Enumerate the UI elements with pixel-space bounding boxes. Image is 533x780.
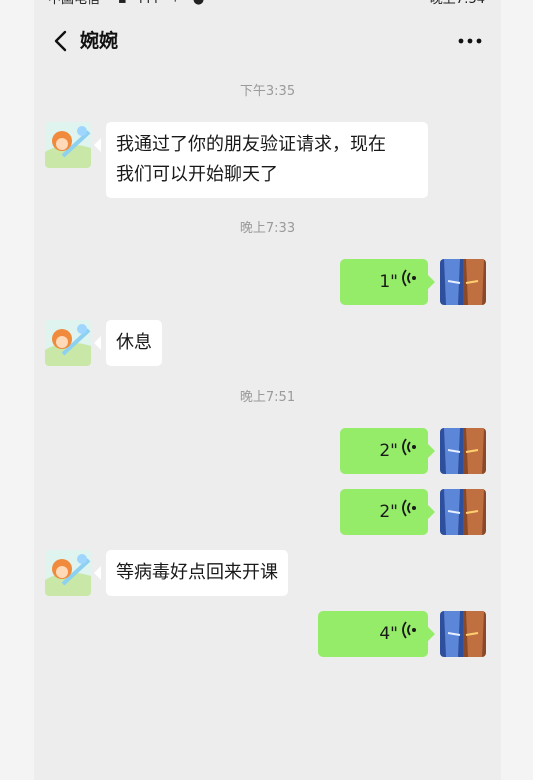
voice-wave-icon xyxy=(402,619,416,649)
message-timestamp: 晚上7:33 xyxy=(239,221,296,236)
message-text: 等病毒好点回来开课 xyxy=(116,562,278,583)
message-text: 休息 xyxy=(116,332,152,353)
incoming-message-bubble[interactable]: 休息 xyxy=(106,320,162,366)
chat-header: 婉婉 xyxy=(34,20,501,62)
voice-wave-icon xyxy=(402,267,416,297)
message-timestamp: 下午3:35 xyxy=(239,84,296,99)
bubble-tail xyxy=(428,505,435,519)
voice-duration: 1" xyxy=(379,272,398,292)
voice-duration: 2" xyxy=(379,441,398,461)
contact-avatar[interactable] xyxy=(45,550,91,596)
incoming-message-bubble[interactable]: 我通过了你的朋友验证请求，现在 我们可以开始聊天了 xyxy=(106,122,428,198)
voice-message: 1" xyxy=(379,259,416,305)
bubble-tail xyxy=(428,275,435,289)
chat-screen: 中国电信 ▪ ıll ⁘ ● 晚上7:54 婉婉 下午3:35 我通过了你的朋友… xyxy=(34,0,501,780)
message-text-line: 我通过了你的朋友验证请求，现在 xyxy=(116,134,386,155)
clock-label: 晚上7:54 xyxy=(430,0,485,10)
outgoing-voice-bubble[interactable]: 2" xyxy=(340,489,428,535)
status-bar: 中国电信 ▪ ıll ⁘ ● 晚上7:54 xyxy=(34,0,501,10)
voice-duration: 2" xyxy=(379,502,398,522)
voice-wave-icon xyxy=(402,497,416,527)
outgoing-voice-bubble[interactable]: 4" xyxy=(318,611,428,657)
my-avatar[interactable] xyxy=(440,259,486,305)
more-dots-icon[interactable] xyxy=(457,29,483,53)
bubble-tail xyxy=(428,444,435,458)
voice-duration: 4" xyxy=(379,624,398,644)
outgoing-voice-bubble[interactable]: 2" xyxy=(340,428,428,474)
message-text-line: 我们可以开始聊天了 xyxy=(116,164,278,185)
chevron-left-icon[interactable] xyxy=(48,29,72,53)
voice-message: 2" xyxy=(379,428,416,474)
bubble-tail xyxy=(94,138,101,152)
signal-icon: ▪ ıll ⁘ ● xyxy=(118,0,208,10)
bubble-tail xyxy=(428,627,435,641)
my-avatar[interactable] xyxy=(440,428,486,474)
chat-title: 婉婉 xyxy=(80,30,119,52)
incoming-message-bubble[interactable]: 等病毒好点回来开课 xyxy=(106,550,288,596)
voice-wave-icon xyxy=(402,436,416,466)
outgoing-voice-bubble[interactable]: 1" xyxy=(340,259,428,305)
voice-message: 2" xyxy=(379,489,416,535)
message-timestamp: 晚上7:51 xyxy=(239,390,296,405)
contact-avatar[interactable] xyxy=(45,320,91,366)
my-avatar[interactable] xyxy=(440,611,486,657)
carrier-label: 中国电信 xyxy=(48,0,100,10)
bubble-tail xyxy=(94,566,101,580)
contact-avatar[interactable] xyxy=(45,122,91,168)
voice-message: 4" xyxy=(379,611,416,657)
my-avatar[interactable] xyxy=(440,489,486,535)
bubble-tail xyxy=(94,336,101,350)
